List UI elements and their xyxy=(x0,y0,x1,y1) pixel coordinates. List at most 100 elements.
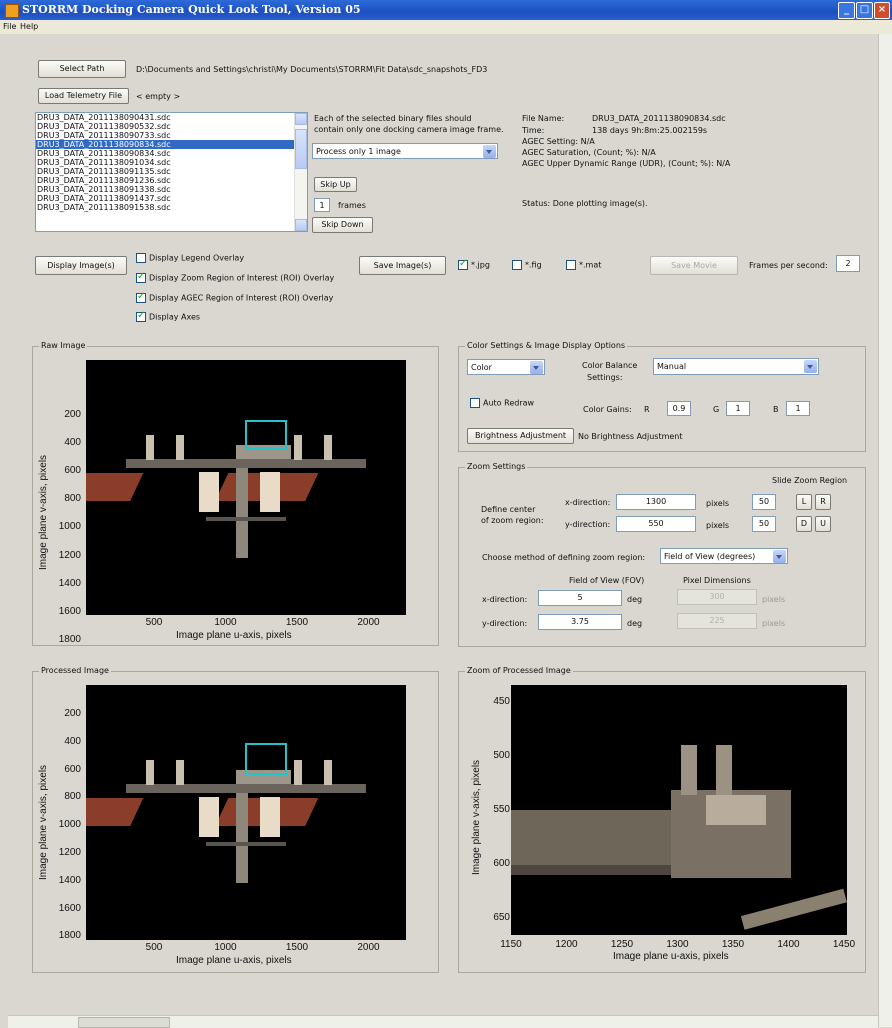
checkbox-box[interactable] xyxy=(458,258,468,270)
checkbox-box[interactable] xyxy=(566,260,576,270)
zoom-settings-title: Zoom Settings xyxy=(465,462,528,471)
legend-overlay-checkbox[interactable]: Display Legend Overlay xyxy=(136,253,244,263)
balance-select[interactable]: Manual xyxy=(653,358,819,375)
skip-down-button[interactable]: Skip Down xyxy=(312,217,373,233)
process-select[interactable]: Process only 1 image xyxy=(312,143,498,159)
file-list-item[interactable]: DRU3_DATA_2011138091437.sdc xyxy=(36,194,307,203)
g-gain-input[interactable]: 1 xyxy=(726,401,750,416)
menu-help[interactable]: Help xyxy=(20,22,38,31)
minimize-button[interactable]: _ xyxy=(838,2,855,19)
file-list-item[interactable]: DRU3_DATA_2011138091338.sdc xyxy=(36,185,307,194)
processed-y-tick: 1200 xyxy=(58,847,81,858)
pix-x-input[interactable]: 300 xyxy=(677,589,757,605)
checkbox-box[interactable] xyxy=(136,253,146,263)
pix-x-label: pixels xyxy=(762,595,786,604)
file-name-label: File Name: xyxy=(522,114,565,123)
agec-roi-overlay-checkbox[interactable]: Display AGEC Region of Interest (ROI) Ov… xyxy=(136,291,333,303)
file-list-item[interactable]: DRU3_DATA_2011138090431.sdc xyxy=(36,113,307,122)
checkbox-box[interactable] xyxy=(512,260,522,270)
status-text: Status: Done plotting image(s). xyxy=(522,199,648,208)
scroll-thumb[interactable] xyxy=(295,129,307,169)
fps-input[interactable]: 2 xyxy=(836,255,860,272)
checkbox-box[interactable] xyxy=(470,398,480,408)
save-movie-button[interactable]: Save Movie xyxy=(650,256,738,275)
checkbox-box[interactable] xyxy=(136,291,146,303)
load-telemetry-button[interactable]: Load Telemetry File xyxy=(38,88,129,104)
frames-input[interactable]: 1 xyxy=(314,198,330,212)
file-list-item[interactable]: DRU3_DATA_2011138091034.sdc xyxy=(36,158,307,167)
agec-saturation-value: N/A xyxy=(641,148,656,157)
save-images-button[interactable]: Save Image(s) xyxy=(359,256,446,275)
fov-header: Field of View (FOV) xyxy=(569,576,645,585)
select-path-button[interactable]: Select Path xyxy=(38,60,126,78)
chevron-down-icon xyxy=(530,361,543,374)
fov-x-input[interactable]: 5 xyxy=(538,590,622,606)
file-list-item[interactable]: DRU3_DATA_2011138090733.sdc xyxy=(36,131,307,140)
balance-value: Manual xyxy=(657,362,687,371)
agec-udr-value: N/A xyxy=(716,159,731,168)
brightness-status: No Brightness Adjustment xyxy=(578,432,683,441)
file-list-item[interactable]: DRU3_DATA_2011138090834.sdc xyxy=(36,140,307,149)
raw-y-tick: 600 xyxy=(64,465,81,477)
y-pixels-label: pixels xyxy=(706,521,730,530)
processed-x-tick: 1500 xyxy=(285,942,309,953)
pix-y-input[interactable]: 225 xyxy=(677,613,757,629)
zoom-y-tick: 450 xyxy=(493,696,510,707)
b-gain-input[interactable]: 1 xyxy=(786,401,810,416)
checkbox-box[interactable] xyxy=(136,271,146,283)
file-list[interactable]: DRU3_DATA_2011138090431.sdc DRU3_DATA_201… xyxy=(35,112,308,232)
slide-x-input[interactable]: 50 xyxy=(752,494,776,510)
display-axes-checkbox[interactable]: Display Axes xyxy=(136,310,200,322)
chevron-down-icon xyxy=(773,550,786,563)
zoom-roi-overlay-checkbox[interactable]: Display Zoom Region of Interest (ROI) Ov… xyxy=(136,271,334,283)
agec-setting-value: N/A xyxy=(580,137,595,146)
scroll-up-icon[interactable] xyxy=(295,113,307,125)
define-center-1: Define center xyxy=(481,505,536,514)
zoom-image-plot[interactable] xyxy=(511,685,847,935)
pixdim-header: Pixel Dimensions xyxy=(683,576,751,585)
slide-down-button[interactable]: D xyxy=(796,516,812,532)
r-gain-input[interactable]: 0.9 xyxy=(667,401,691,416)
skip-up-button[interactable]: Skip Up xyxy=(314,177,357,192)
fov-x-label: x-direction: xyxy=(482,595,528,604)
display-images-button[interactable]: Display Image(s) xyxy=(35,256,127,275)
slide-y-input[interactable]: 50 xyxy=(752,516,776,532)
slide-zoom-label: Slide Zoom Region xyxy=(772,476,848,485)
mat-checkbox[interactable]: *.mat xyxy=(566,260,601,270)
file-list-item[interactable]: DRU3_DATA_2011138091538.sdc xyxy=(36,203,307,212)
slide-up-button[interactable]: U xyxy=(815,516,831,532)
close-button[interactable]: × xyxy=(874,2,890,19)
fov-y-input[interactable]: 3.75 xyxy=(538,614,622,630)
jpg-checkbox[interactable]: *.jpg xyxy=(458,258,490,270)
processed-image-plot[interactable] xyxy=(86,685,406,940)
y-center-input[interactable]: 550 xyxy=(616,516,696,532)
zoom-xlabel: Image plane u-axis, pixels xyxy=(613,951,729,962)
checkbox-box[interactable] xyxy=(136,310,146,322)
auto-redraw-checkbox[interactable]: Auto Redraw xyxy=(470,398,534,408)
file-list-item[interactable]: DRU3_DATA_2011138090532.sdc xyxy=(36,122,307,131)
file-list-item[interactable]: DRU3_DATA_2011138090834.sdc xyxy=(36,149,307,158)
raw-image-plot[interactable] xyxy=(86,360,406,615)
file-list-item[interactable]: DRU3_DATA_2011138091236.sdc xyxy=(36,176,307,185)
note-line-2: contain only one docking camera image fr… xyxy=(314,125,504,134)
slide-right-button[interactable]: R xyxy=(815,494,831,510)
scroll-thumb[interactable] xyxy=(78,1017,170,1028)
fig-checkbox[interactable]: *.fig xyxy=(512,260,542,270)
file-list-scrollbar[interactable] xyxy=(294,113,307,231)
zoom-x-tick: 1450 xyxy=(832,939,856,950)
maximize-button[interactable]: □ xyxy=(856,2,873,19)
method-select[interactable]: Field of View (degrees) xyxy=(660,548,788,564)
define-center-2: of zoom region: xyxy=(481,516,544,525)
file-list-item[interactable]: DRU3_DATA_2011138091135.sdc xyxy=(36,167,307,176)
window-horizontal-scrollbar[interactable] xyxy=(8,1015,878,1028)
scroll-down-icon[interactable] xyxy=(295,219,307,231)
raw-y-tick: 200 xyxy=(64,409,81,420)
balance-label-1: Color Balance xyxy=(582,361,638,370)
window-vertical-scrollbar[interactable] xyxy=(878,34,892,1027)
brightness-button[interactable]: Brightness Adjustment xyxy=(467,428,574,444)
slide-left-button[interactable]: L xyxy=(796,494,812,510)
raw-xlabel: Image plane u-axis, pixels xyxy=(176,630,292,641)
color-mode-select[interactable]: Color xyxy=(467,359,545,375)
x-center-input[interactable]: 1300 xyxy=(616,494,696,510)
menu-file[interactable]: File xyxy=(3,22,16,31)
